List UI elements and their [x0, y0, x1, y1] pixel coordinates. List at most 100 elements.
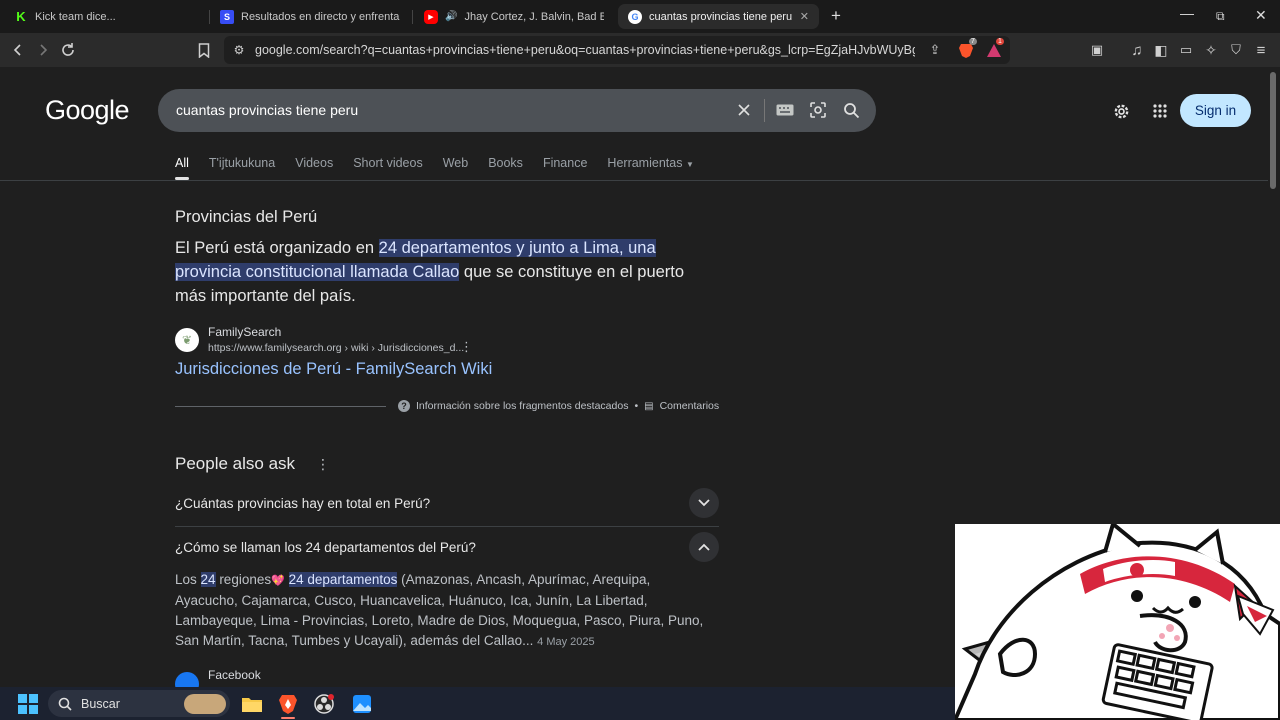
wallet-icon[interactable]: ▭: [1176, 40, 1196, 60]
sofascore-icon: S: [220, 9, 234, 24]
paa-question-text[interactable]: ¿Cómo se llaman los 24 departamentos del…: [175, 540, 476, 555]
google-icon: G: [628, 9, 642, 24]
forward-icon[interactable]: [33, 40, 53, 60]
paa-question-text[interactable]: ¿Cuántas provincias hay en total en Perú…: [175, 496, 430, 511]
paa-title: People also ask: [175, 454, 296, 473]
leo-ai-icon[interactable]: ✧: [1201, 40, 1221, 60]
tab-tools[interactable]: Herramientas ▼: [607, 156, 693, 170]
windows-start-icon[interactable]: [16, 692, 39, 715]
tab-videos[interactable]: Videos: [295, 156, 333, 170]
chevron-up-icon[interactable]: [689, 532, 719, 562]
file-explorer-icon[interactable]: [240, 692, 263, 715]
paa-answer: Los 24 regiones💖 24 departamentos (Amazo…: [175, 570, 710, 652]
paa-question-expanded[interactable]: ¿Cómo se llaman los 24 departamentos del…: [175, 526, 719, 570]
source-name[interactable]: FamilySearch: [208, 325, 281, 339]
tab-books[interactable]: Books: [488, 156, 523, 170]
answer-text: Los: [175, 572, 201, 587]
answer-text: regiones: [215, 572, 272, 587]
snippet-footer: ? Información sobre los fragmentos desta…: [398, 400, 719, 412]
speaker-icon[interactable]: 🔊: [445, 11, 457, 22]
clear-icon[interactable]: [734, 100, 754, 120]
snippet-body: El Perú está organizado en 24 departamen…: [175, 236, 705, 308]
snippet-text: El Perú está organizado en: [175, 239, 379, 257]
apps-grid-icon[interactable]: [1150, 101, 1170, 121]
obs-icon[interactable]: [312, 692, 335, 715]
tab-images[interactable]: T'ijtukukuna: [209, 156, 275, 170]
tab-google-active[interactable]: G cuantas provincias tiene peru - N ✕: [618, 4, 819, 29]
tools-label: Herramientas: [607, 156, 683, 170]
active-app-indicator: [281, 717, 295, 719]
brave-shields-badge: 7: [969, 38, 977, 45]
sign-in-button[interactable]: Sign in: [1180, 94, 1251, 127]
reload-icon[interactable]: [58, 40, 78, 60]
tab-youtube[interactable]: ▶ 🔊 Jhay Cortez, J. Balvin, Bad Bunny: [414, 4, 614, 29]
windows-taskbar: Buscar: [0, 687, 955, 720]
tab-finance[interactable]: Finance: [543, 156, 587, 170]
lens-icon[interactable]: [808, 100, 828, 120]
browser-toolbar: ⚙ google.com/search?q=cuantas+provincias…: [0, 33, 1280, 67]
back-icon[interactable]: [8, 40, 28, 60]
address-bar[interactable]: ⚙ google.com/search?q=cuantas+provincias…: [224, 36, 1010, 64]
vpn-icon[interactable]: ⛉: [1226, 40, 1246, 60]
kick-icon: K: [14, 9, 28, 24]
close-window-button[interactable]: ✕: [1255, 7, 1267, 24]
search-query[interactable]: cuantas provincias tiene peru: [176, 102, 358, 118]
bookmark-icon[interactable]: [194, 40, 214, 60]
snippet-title: Provincias del Perú: [175, 208, 318, 226]
search-icon: [58, 697, 72, 711]
tab-short-videos[interactable]: Short videos: [353, 156, 422, 170]
new-tab-button[interactable]: +: [831, 6, 841, 26]
tab-title: cuantas provincias tiene peru - N: [649, 10, 793, 23]
familysearch-favicon-icon: ❦: [175, 328, 199, 352]
feedback-icon: ▤: [644, 400, 654, 412]
about-snippets-link[interactable]: Información sobre los fragmentos destaca…: [416, 400, 628, 412]
search-tabs: All T'ijtukukuna Videos Short videos Web…: [175, 156, 694, 180]
search-input[interactable]: cuantas provincias tiene peru: [158, 89, 876, 132]
bullet-separator: •: [634, 400, 639, 412]
url-text[interactable]: google.com/search?q=cuantas+provincias+t…: [255, 43, 915, 57]
taskbar-search-label: Buscar: [81, 696, 120, 711]
paa-more-icon[interactable]: ⋮: [316, 456, 330, 473]
facebook-favicon-icon: [175, 672, 199, 687]
taskbar-search[interactable]: Buscar: [48, 690, 230, 717]
page-scrollbar[interactable]: [1270, 72, 1276, 189]
tab-kick[interactable]: K Kick team dice...: [4, 4, 200, 29]
search-divider: [764, 99, 765, 122]
tab-title: Resultados en directo y enfrentamien: [241, 10, 400, 23]
answer-highlight: 24 departamentos: [288, 572, 398, 587]
close-tab-icon[interactable]: ✕: [800, 10, 809, 23]
restore-button[interactable]: ⧉: [1216, 9, 1225, 24]
feedback-link[interactable]: Comentarios: [660, 400, 720, 412]
settings-gear-icon[interactable]: [1111, 101, 1131, 121]
heart-emoji: 💖: [271, 575, 285, 587]
result-link[interactable]: Jurisdicciones de Perú - FamilySearch Wi…: [175, 360, 492, 379]
photos-app-icon[interactable]: [350, 692, 373, 715]
site-info-icon[interactable]: ⚙: [229, 40, 249, 60]
brave-browser-icon[interactable]: [276, 692, 299, 715]
google-logo[interactable]: Google: [45, 95, 130, 126]
minimize-button[interactable]: —: [1180, 5, 1194, 21]
more-options-icon[interactable]: ⋮: [460, 339, 473, 355]
answer-source-name[interactable]: Facebook: [208, 668, 261, 682]
menu-icon[interactable]: ≡: [1251, 40, 1271, 60]
bongo-cat-overlay: [955, 524, 1280, 720]
reading-mode-icon[interactable]: ▣: [1087, 40, 1107, 60]
source-url[interactable]: https://www.familysearch.org › wiki › Ju…: [208, 342, 464, 354]
search-icon[interactable]: [841, 100, 861, 120]
share-icon[interactable]: ⇪: [925, 40, 945, 60]
tab-sofascore[interactable]: S Resultados en directo y enfrentamien: [210, 4, 410, 29]
tab-web[interactable]: Web: [443, 156, 468, 170]
snippet-highlight: provincia constitucional llamada Callao: [175, 263, 460, 281]
chevron-down-icon[interactable]: [689, 488, 719, 518]
tab-title: Kick team dice...: [35, 10, 116, 23]
rewards-badge: 1: [996, 38, 1004, 45]
tabs-divider: [0, 180, 1268, 181]
media-control-icon[interactable]: ♫: [1127, 40, 1147, 60]
snippet-highlight: 24 departamentos y junto a Lima, una: [378, 239, 656, 257]
tab-title: Jhay Cortez, J. Balvin, Bad Bunny: [464, 10, 604, 23]
keyboard-icon[interactable]: [775, 100, 795, 120]
help-icon: ?: [398, 400, 410, 412]
tab-all[interactable]: All: [175, 156, 189, 180]
sidebar-icon[interactable]: ◧: [1151, 40, 1171, 60]
paa-question[interactable]: ¿Cuántas provincias hay en total en Perú…: [175, 482, 719, 526]
